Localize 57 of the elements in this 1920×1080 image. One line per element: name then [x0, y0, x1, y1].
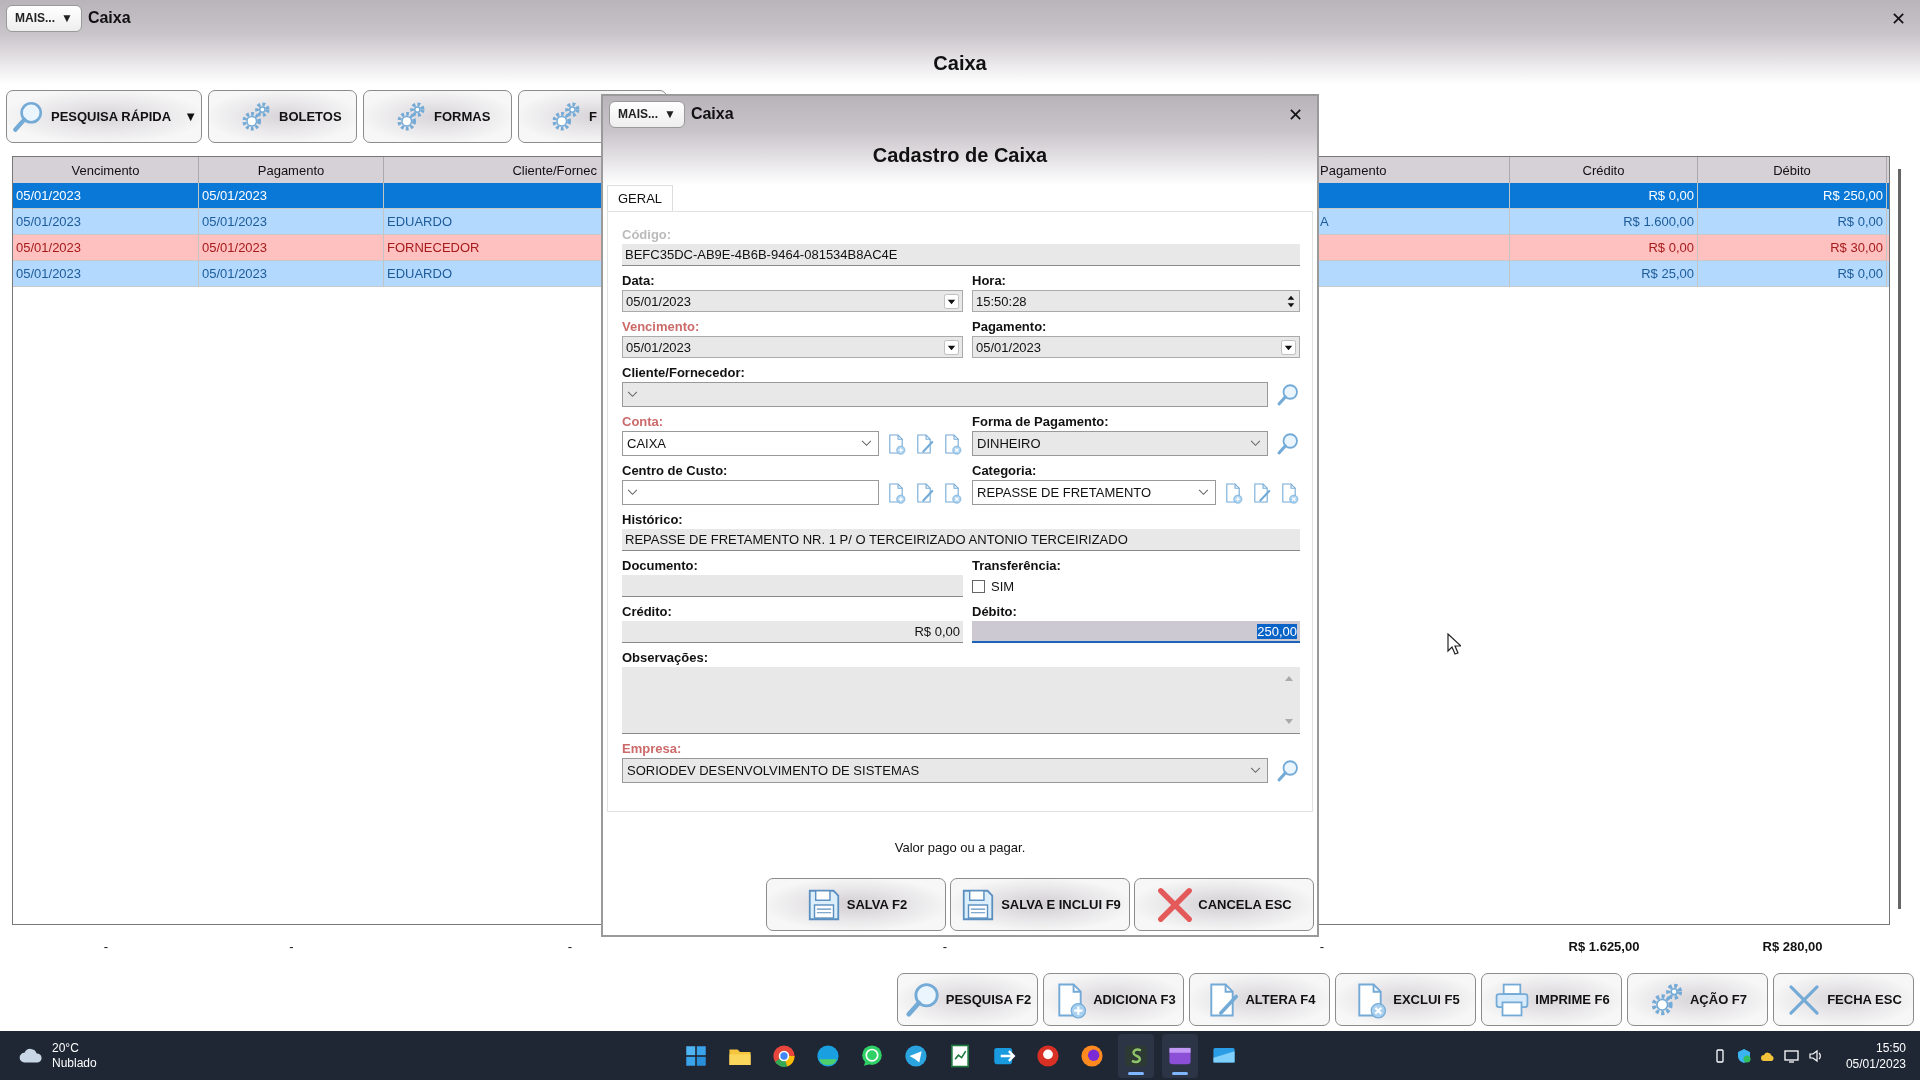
temperature-text: 20°C [52, 1040, 80, 1056]
window-title: Caixa [87, 9, 131, 27]
column-header: Vencimento [71, 162, 140, 178]
total-value: - [103, 938, 109, 954]
table-cell: 05/01/2023 [202, 240, 268, 255]
field-label: Cliente/Fornecedor: [622, 364, 746, 382]
window-title: Caixa [690, 105, 734, 123]
table-cell: R$ 0,00 [1837, 214, 1883, 229]
column-header: Crédito [1582, 162, 1625, 178]
field-label: Conta: [622, 413, 665, 431]
total-value: - [567, 938, 573, 954]
field-label: Débito: [972, 603, 1018, 621]
table-cell: R$ 1.600,00 [1623, 214, 1694, 229]
field-label: Documento: [622, 557, 699, 575]
dialog-heading: Cadastro de Caixa [871, 144, 1049, 167]
table-cell: FORNECEDOR [387, 240, 480, 255]
table-cell: EDUARDO [387, 214, 452, 229]
field-label: Forma de Pagamento: [972, 413, 1110, 431]
table-cell: 05/01/2023 [16, 240, 82, 255]
column-header: Débito [1773, 162, 1811, 178]
total-value: R$ 1.625,00 [1568, 938, 1640, 954]
field-label: Histórico: [622, 511, 684, 529]
table-cell: 05/01/2023 [202, 188, 268, 203]
field-label: Pagamento: [972, 318, 1048, 336]
field-label: Categoria: [972, 462, 1038, 480]
field-label: Centro de Custo: [622, 462, 729, 480]
table-cell: EDUARDO [387, 266, 452, 281]
field-label: Transferência: [972, 557, 1062, 575]
table-cell: 05/01/2023 [16, 266, 82, 281]
table-cell: 05/01/2023 [202, 214, 268, 229]
hint-text: Valor pago ou a pagar. [893, 840, 1027, 855]
table-cell: R$ 0,00 [1648, 240, 1694, 255]
field-label: Empresa: [622, 740, 683, 758]
field-label: Crédito: [622, 603, 673, 621]
field-label: Observações: [622, 649, 709, 667]
field-label: Hora: [972, 272, 1007, 290]
table-cell: R$ 0,00 [1648, 188, 1694, 203]
total-value: - [289, 938, 294, 954]
table-cell: R$ 250,00 [1823, 188, 1883, 203]
column-header: Pagamento [1320, 162, 1387, 178]
page-heading: Caixa [932, 52, 988, 75]
table-cell: R$ 25,00 [1641, 266, 1694, 281]
field-label: Vencimento: [622, 318, 701, 336]
total-value: - [1319, 938, 1325, 954]
table-cell: 05/01/2023 [202, 266, 268, 281]
column-header: Cliente/Fornec [512, 162, 597, 178]
total-value: R$ 280,00 [1762, 938, 1823, 954]
column-header: Pagamento [257, 162, 325, 178]
table-cell: R$ 0,00 [1837, 266, 1883, 281]
table-cell: A [1320, 214, 1329, 229]
weather-text: Nublado [52, 1055, 97, 1071]
field-label: Data: [622, 272, 656, 290]
table-cell: 05/01/2023 [16, 188, 82, 203]
field-label: Código: [622, 226, 673, 244]
total-value: - [942, 938, 948, 954]
table-cell: 05/01/2023 [16, 214, 82, 229]
table-cell: R$ 30,00 [1830, 240, 1883, 255]
